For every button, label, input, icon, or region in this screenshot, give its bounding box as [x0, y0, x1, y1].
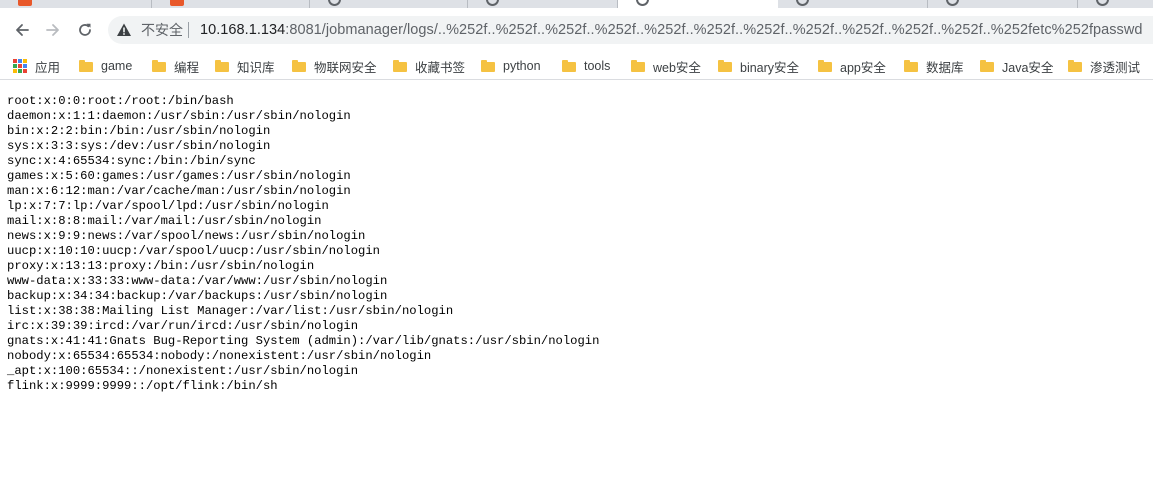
- bookmark-label: 收藏书签: [415, 60, 466, 75]
- bookmark-label: 数据库: [926, 60, 964, 75]
- forward-arrow-icon: [46, 24, 59, 36]
- bookmark-label: 编程: [174, 60, 200, 75]
- folder-icon: [818, 60, 832, 72]
- page-content: root:x:0:0:root:/root:/bin/bash daemon:x…: [7, 94, 599, 394]
- text-line: root:x:0:0:root:/root:/bin/bash: [7, 94, 234, 108]
- bookmark-label: 应用: [35, 60, 61, 75]
- tab-favicon-icon: [170, 0, 184, 6]
- back-arrow-icon: [16, 24, 29, 36]
- bookmarks-bar: 应用 game 编程 知识库 物联网安全 收藏书签 python tools w…: [0, 52, 1153, 80]
- tab-1[interactable]: [0, 0, 152, 8]
- folder-icon: [152, 60, 166, 72]
- folder-icon: [215, 60, 229, 72]
- passwd-file-text: root:x:0:0:root:/root:/bin/bash daemon:x…: [7, 94, 599, 394]
- folder-icon: [79, 60, 93, 72]
- text-line: lp:x:7:7:lp:/var/spool/lpd:/usr/sbin/nol…: [7, 199, 329, 213]
- text-line: sync:x:4:65534:sync:/bin:/bin/sync: [7, 154, 256, 168]
- tab-7[interactable]: [928, 0, 1078, 8]
- bookmark-folder-tools[interactable]: tools: [562, 52, 611, 79]
- tab-favicon-icon: [328, 0, 341, 6]
- bookmark-folder-python[interactable]: python: [481, 52, 541, 79]
- tab-favicon-icon: [18, 0, 32, 6]
- folder-icon: [393, 60, 407, 72]
- folder-icon: [1068, 60, 1082, 72]
- bookmark-label: 渗透测试: [1090, 60, 1141, 75]
- tab-strip: [0, 0, 1153, 8]
- forward-button[interactable]: [39, 16, 67, 44]
- folder-icon: [292, 60, 306, 72]
- text-line: man:x:6:12:man:/var/cache/man:/usr/sbin/…: [7, 184, 351, 198]
- bookmark-label: Java安全: [1002, 60, 1054, 75]
- folder-icon: [631, 60, 645, 72]
- reload-button[interactable]: [71, 16, 99, 44]
- text-line: backup:x:34:34:backup:/var/backups:/usr/…: [7, 289, 388, 303]
- text-line: mail:x:8:8:mail:/var/mail:/usr/sbin/nolo…: [7, 214, 322, 228]
- bookmark-label: binary安全: [740, 60, 800, 75]
- text-line: daemon:x:1:1:daemon:/usr/sbin:/usr/sbin/…: [7, 109, 351, 123]
- reload-icon: [79, 23, 91, 36]
- text-line: sys:x:3:3:sys:/dev:/usr/sbin/nologin: [7, 139, 271, 153]
- bookmark-folder-binary-security[interactable]: binary安全: [718, 52, 800, 79]
- bookmark-folder-database[interactable]: 数据库: [904, 52, 964, 79]
- folder-icon: [904, 60, 918, 72]
- tab-favicon-icon: [796, 0, 809, 6]
- text-line: games:x:5:60:games:/usr/games:/usr/sbin/…: [7, 169, 351, 183]
- folder-icon: [481, 60, 495, 72]
- browser-toolbar: 不安全 10.168.1.134:8081/jobmanager/logs/..…: [0, 8, 1153, 52]
- text-line: list:x:38:38:Mailing List Manager:/var/l…: [7, 304, 454, 318]
- text-line: proxy:x:13:13:proxy:/bin:/usr/sbin/nolog…: [7, 259, 315, 273]
- bookmark-folder-app-security[interactable]: app安全: [818, 52, 886, 79]
- tab-4[interactable]: [468, 0, 618, 8]
- security-status-label[interactable]: 不安全: [141, 21, 183, 39]
- tab-favicon-icon: [946, 0, 959, 6]
- apps-icon: [13, 59, 27, 73]
- bookmark-label: app安全: [840, 60, 886, 75]
- address-bar[interactable]: 不安全 10.168.1.134:8081/jobmanager/logs/..…: [108, 16, 1153, 44]
- warning-icon[interactable]: [116, 22, 132, 38]
- tab-6[interactable]: [778, 0, 928, 8]
- bookmark-folder-java-security[interactable]: Java安全: [980, 52, 1054, 79]
- folder-icon: [562, 60, 576, 72]
- bookmark-folder-knowledge-base[interactable]: 知识库: [215, 52, 275, 79]
- bookmark-folder-pentest[interactable]: 渗透测试: [1068, 52, 1141, 79]
- bookmark-folder-game[interactable]: game: [79, 52, 133, 79]
- text-line: bin:x:2:2:bin:/bin:/usr/sbin/nologin: [7, 124, 271, 138]
- text-line: gnats:x:41:41:Gnats Bug-Reporting System…: [7, 334, 600, 348]
- folder-icon: [718, 60, 732, 72]
- folder-icon: [980, 60, 994, 72]
- tab-favicon-icon: [636, 0, 649, 6]
- bookmark-label: python: [503, 59, 541, 73]
- bookmark-folder-saved-bookmarks[interactable]: 收藏书签: [393, 52, 466, 79]
- bookmark-label: 物联网安全: [314, 60, 377, 75]
- text-line: _apt:x:100:65534::/nonexistent:/usr/sbin…: [7, 364, 359, 378]
- text-line: flink:x:9999:9999::/opt/flink:/bin/sh: [7, 379, 278, 393]
- text-line: irc:x:39:39:ircd:/var/run/ircd:/usr/sbin…: [7, 319, 359, 333]
- url-host: 10.168.1.134: [200, 22, 286, 38]
- tab-3[interactable]: [310, 0, 468, 8]
- text-line: uucp:x:10:10:uucp:/var/spool/uucp:/usr/s…: [7, 244, 380, 258]
- bookmark-folder-iot-security[interactable]: 物联网安全: [292, 52, 377, 79]
- url-path: :8081/jobmanager/logs/..%252f..%252f..%2…: [285, 22, 1143, 38]
- bookmark-label: tools: [584, 59, 611, 73]
- url-text[interactable]: 10.168.1.134:8081/jobmanager/logs/..%252…: [200, 21, 1143, 39]
- text-line: nobody:x:65534:65534:nobody:/nonexistent…: [7, 349, 432, 363]
- bookmark-apps[interactable]: 应用: [13, 52, 61, 79]
- bookmark-label: game: [101, 59, 133, 73]
- back-button[interactable]: [8, 16, 36, 44]
- text-line: news:x:9:9:news:/var/spool/news:/usr/sbi…: [7, 229, 366, 243]
- tab-favicon-icon: [1096, 0, 1109, 6]
- url-separator: [188, 22, 189, 38]
- tab-favicon-icon: [486, 0, 499, 6]
- bookmark-folder-programming[interactable]: 编程: [152, 52, 200, 79]
- text-line: www-data:x:33:33:www-data:/var/www:/usr/…: [7, 274, 388, 288]
- tab-active[interactable]: [618, 0, 778, 8]
- bookmark-label: 知识库: [237, 60, 275, 75]
- bookmark-folder-web-security[interactable]: web安全: [631, 52, 701, 79]
- tab-8[interactable]: [1078, 0, 1153, 8]
- bookmark-label: web安全: [653, 60, 701, 75]
- tab-2[interactable]: [152, 0, 310, 8]
